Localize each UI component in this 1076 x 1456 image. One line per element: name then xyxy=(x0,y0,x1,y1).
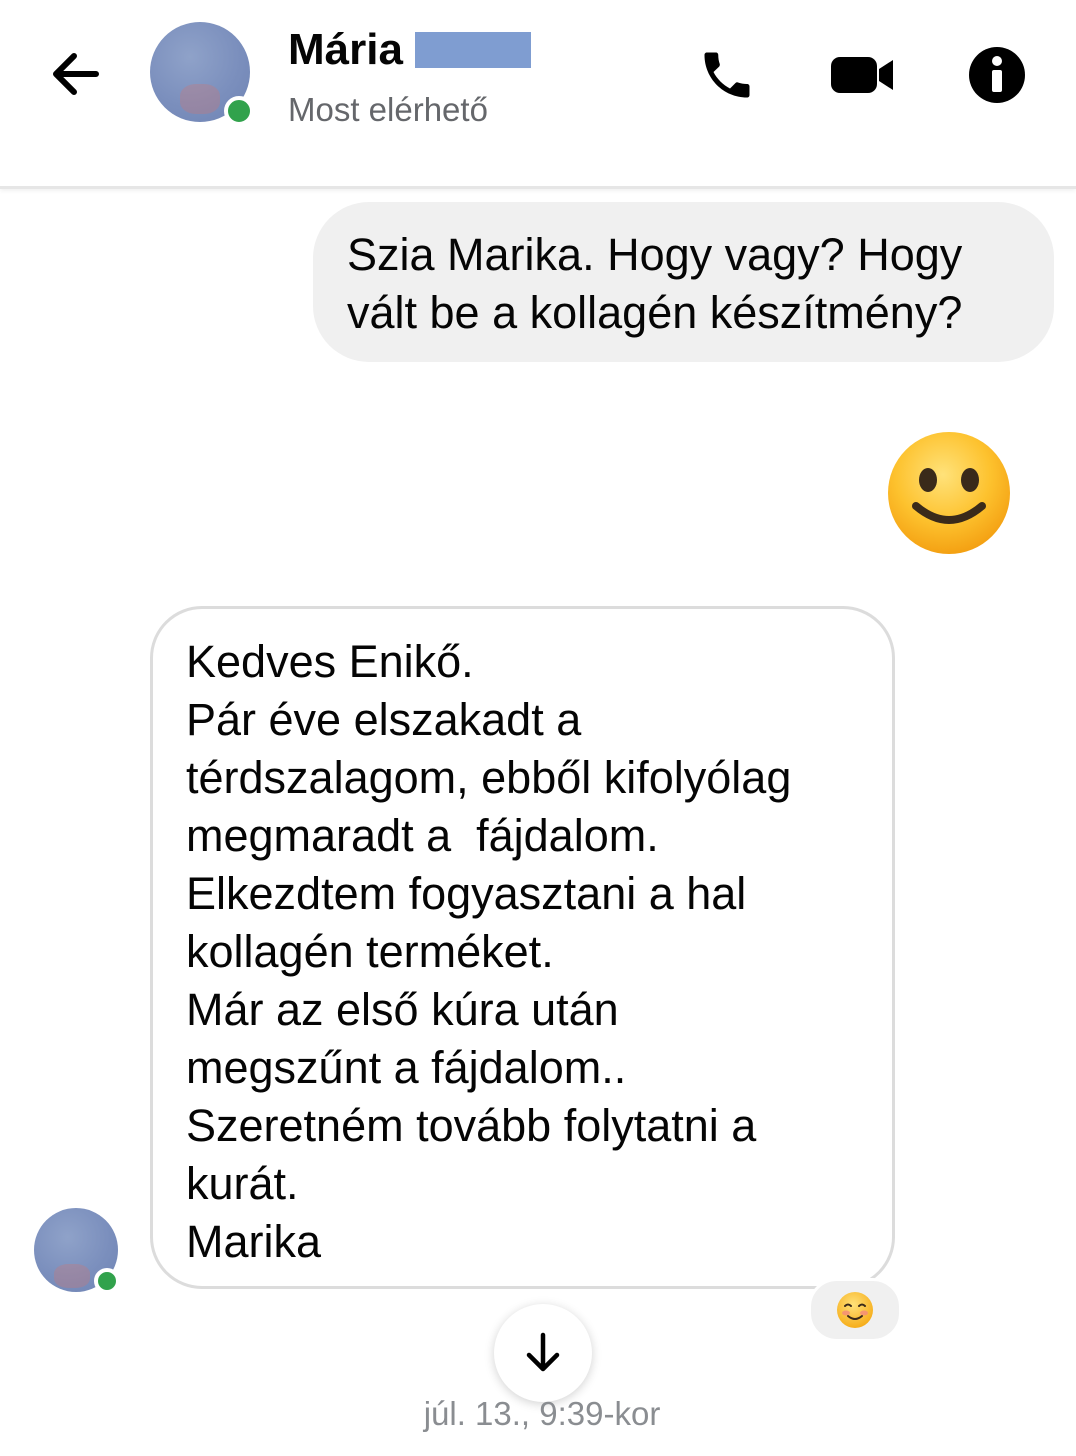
chat-header: Mária Most elérhető xyxy=(0,0,1076,189)
message-reaction[interactable] xyxy=(808,1278,902,1342)
presence-status: Most elérhető xyxy=(288,91,488,128)
smiling-face-icon xyxy=(888,432,1010,554)
outgoing-message-bubble[interactable]: Szia Marika. Hogy vagy? Hogy vált be a k… xyxy=(313,202,1054,362)
info-icon xyxy=(969,47,1025,103)
message-line: Elkezdtem fogyasztani a hal xyxy=(186,868,747,919)
message-line: Marika xyxy=(186,1216,322,1267)
message-line: térdszalagom, ebből kifolyólag xyxy=(186,752,792,803)
scroll-to-bottom-button[interactable] xyxy=(494,1304,592,1402)
message-line: Szia Marika. Hogy vagy? Hogy xyxy=(347,229,963,280)
back-button[interactable] xyxy=(40,44,108,104)
message-line: Pár éve elszakadt a xyxy=(186,694,582,745)
phone-icon xyxy=(704,52,750,98)
contact-name[interactable]: Mária xyxy=(288,22,531,78)
message-line: Már az első kúra után xyxy=(186,984,619,1035)
arrow-left-icon xyxy=(53,53,99,95)
smiling-face-with-blush-icon xyxy=(837,1292,873,1328)
video-call-button[interactable] xyxy=(826,42,900,108)
message-line: vált be a kollagén készítmény? xyxy=(347,287,963,338)
message-line: kollagén terméket. xyxy=(186,926,554,977)
message-line: megmaradt a fájdalom. xyxy=(186,810,659,861)
online-status-dot xyxy=(224,96,254,126)
conversation-info-button[interactable] xyxy=(964,42,1030,108)
message-line: kurát. xyxy=(186,1158,299,1209)
sender-avatar[interactable] xyxy=(34,1208,122,1294)
message-line: megszűnt a fájdalom.. xyxy=(186,1042,627,1093)
redacted-surname xyxy=(414,32,531,68)
incoming-message-bubble[interactable]: Kedves Enikő. Pár éve elszakadt a térdsz… xyxy=(150,606,895,1289)
contact-name-text: Mária xyxy=(288,25,403,74)
contact-avatar[interactable] xyxy=(150,22,254,126)
arrow-down-icon xyxy=(526,1332,560,1372)
message-line: Szeretném tovább folytatni a xyxy=(186,1100,757,1151)
voice-call-button[interactable] xyxy=(694,42,760,108)
smiling-face-emoji[interactable] xyxy=(886,430,1012,556)
video-camera-icon xyxy=(831,57,893,93)
message-line: Kedves Enikő. xyxy=(186,636,474,687)
message-timestamp: júl. 13., 9:39-kor xyxy=(423,1395,661,1432)
online-status-dot xyxy=(94,1268,120,1294)
